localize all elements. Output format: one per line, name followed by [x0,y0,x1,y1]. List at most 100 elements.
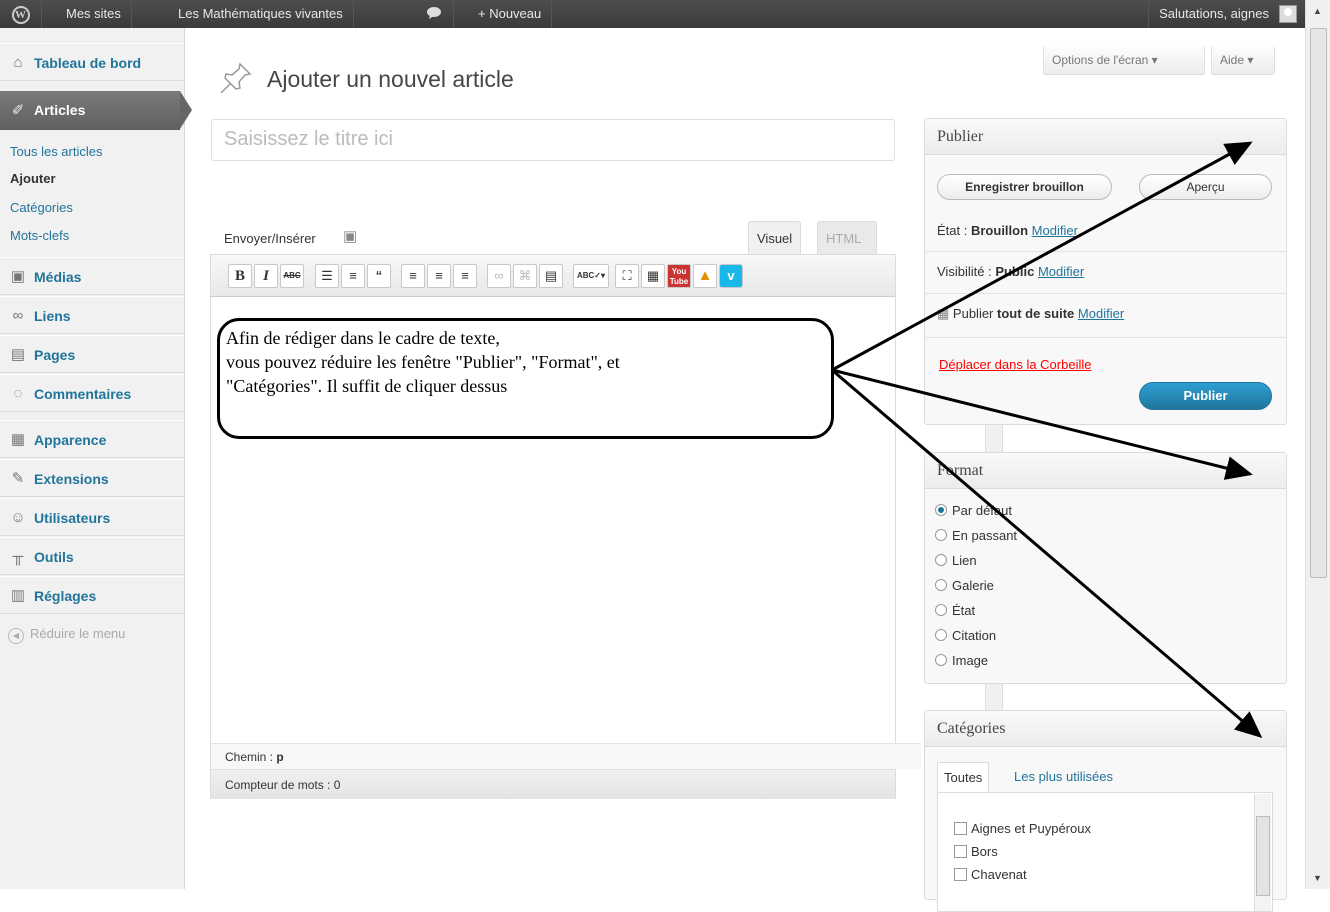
site-name-link[interactable]: Les Mathématiques vivantes [168,0,354,28]
menu-item-articles[interactable]: ✐ Articles [0,91,192,130]
menu-item-comments[interactable]: ◌ Commentaires [0,374,184,412]
menu-item-settings[interactable]: ▥ Réglages [0,576,184,614]
menu-item-appearance[interactable]: ▦ Apparence [0,420,184,458]
format-option-label: En passant [952,528,1018,543]
publish-box-title[interactable]: Publier [925,119,1286,155]
format-option[interactable]: Citation [935,628,996,643]
category-item[interactable]: Chavenat [954,867,1027,882]
radio[interactable] [935,579,947,591]
schedule-value: tout de suite [997,306,1075,321]
callout-line: vous pouvez réduire les fenêtre "Publier… [226,352,620,372]
categories-box-title[interactable]: Catégories [925,711,1286,747]
scroll-up-arrow-icon[interactable]: ▲ [1313,6,1322,16]
align-right-icon[interactable]: ≡ [453,264,477,288]
help-button[interactable]: Aide ▾ [1211,47,1275,75]
youtube-icon[interactable]: You Tube [667,264,691,288]
unlink-icon[interactable]: ⌘ [513,264,537,288]
submenu-add-new[interactable]: Ajouter [10,171,56,186]
status-label: État : [937,223,968,238]
align-left-icon[interactable]: ≡ [401,264,425,288]
publish-button[interactable]: Publier [1139,382,1272,410]
spellcheck-icon[interactable]: ABC✓▾ [573,264,609,288]
kitchen-sink-icon[interactable]: ▦ [641,264,665,288]
add-media-icon[interactable]: ▣ [343,227,357,245]
radio[interactable] [935,529,947,541]
save-draft-button[interactable]: Enregistrer brouillon [937,174,1112,200]
menu-item-pages[interactable]: ▤ Pages [0,335,184,373]
format-option[interactable]: En passant [935,528,1017,543]
format-option-label: État [952,603,976,618]
user-greeting[interactable]: Salutations, aignes [1148,0,1305,28]
menu-item-dashboard[interactable]: ⌂ Tableau de bord [0,43,184,81]
scrollbar-thumb[interactable] [1256,816,1270,896]
menu-item-extensions[interactable]: ✎ Extensions [0,459,184,497]
format-box-title[interactable]: Format [925,453,1286,489]
preview-button[interactable]: Aperçu [1139,174,1272,200]
format-option[interactable]: Lien [935,553,977,568]
radio[interactable] [935,654,947,666]
appearance-icon: ▦ [10,431,26,448]
post-title-input[interactable]: Saisissez le titre ici [211,119,895,161]
submenu-all-articles[interactable]: Tous les articles [10,144,102,159]
tab-most-used[interactable]: Les plus utilisées [1008,762,1119,792]
checkbox[interactable] [954,845,967,858]
edit-schedule-link[interactable]: Modifier [1078,306,1124,321]
menu-label: Médias [34,269,82,285]
strikethrough-icon[interactable]: ABC [280,264,304,288]
fullscreen-icon[interactable]: ⛶ [615,264,639,288]
tab-all-categories[interactable]: Toutes [937,762,990,792]
numbered-list-icon[interactable]: ≡ [341,264,365,288]
menu-item-links[interactable]: ∞ Liens [0,296,184,334]
new-content-button[interactable]: + Nouveau [468,0,553,28]
checkbox[interactable] [954,822,967,835]
screen-options-button[interactable]: Options de l'écran ▾ [1043,47,1205,75]
menu-item-users[interactable]: ☺ Utilisateurs [0,498,184,536]
category-scrollbar[interactable] [1254,794,1271,911]
warning-cone-icon[interactable]: ▲ [693,264,717,288]
submenu-tags[interactable]: Mots-clefs [10,228,69,243]
insert-link-icon[interactable]: ∞ [487,264,511,288]
format-option[interactable]: Par défaut [935,503,1012,518]
wordpress-logo-icon[interactable]: W [0,0,42,28]
vimeo-icon[interactable]: v [719,264,743,288]
edit-visibility-link[interactable]: Modifier [1038,264,1084,279]
category-item[interactable]: Aignes et Puypéroux [954,821,1091,836]
callout-line: Afin de rédiger dans le cadre de texte, [226,328,500,348]
scrollbar-thumb[interactable] [1310,28,1327,578]
visibility-value: Public [995,264,1035,279]
publish-box: Publier Enregistrer brouillon Aperçu Éta… [924,118,1287,425]
comment-icon[interactable] [414,0,454,28]
blockquote-icon[interactable]: “ [367,264,391,288]
align-center-icon[interactable]: ≡ [427,264,451,288]
category-item[interactable]: Bors [954,844,998,859]
plugin-icon: ✎ [11,470,25,487]
schedule-label: Publier [952,306,994,321]
move-to-trash-link[interactable]: Déplacer dans la Corbeille [939,357,1091,372]
format-option[interactable]: Image [935,653,988,668]
menu-label: Outils [34,549,74,565]
edit-status-link[interactable]: Modifier [1032,223,1078,238]
status-row: État : Brouillon Modifier [937,223,1078,238]
my-sites-link[interactable]: Mes sites [56,0,132,28]
window-scrollbar[interactable]: ▲ ▼ [1305,0,1330,889]
checkbox[interactable] [954,868,967,881]
path-value[interactable]: p [276,750,283,764]
radio[interactable] [935,554,947,566]
submenu-categories[interactable]: Catégories [10,200,73,215]
scroll-down-arrow-icon[interactable]: ▼ [1313,873,1322,883]
format-option[interactable]: État [935,603,975,618]
tab-visual[interactable]: Visuel [748,221,802,254]
collapse-menu-button[interactable]: ◀ Réduire le menu [8,626,125,644]
menu-item-medias[interactable]: ▣ Médias [0,257,184,295]
italic-icon[interactable]: I [254,264,278,288]
tab-html[interactable]: HTML [817,221,877,254]
editor-path-bar: Chemin : p [211,743,921,769]
radio[interactable] [935,629,947,641]
insert-more-icon[interactable]: ▤ [539,264,563,288]
bullet-list-icon[interactable]: ☰ [315,264,339,288]
radio[interactable] [935,604,947,616]
menu-item-tools[interactable]: ╥ Outils [0,537,184,575]
bold-icon[interactable]: B [228,264,252,288]
radio-checked[interactable] [935,504,947,516]
format-option[interactable]: Galerie [935,578,994,593]
